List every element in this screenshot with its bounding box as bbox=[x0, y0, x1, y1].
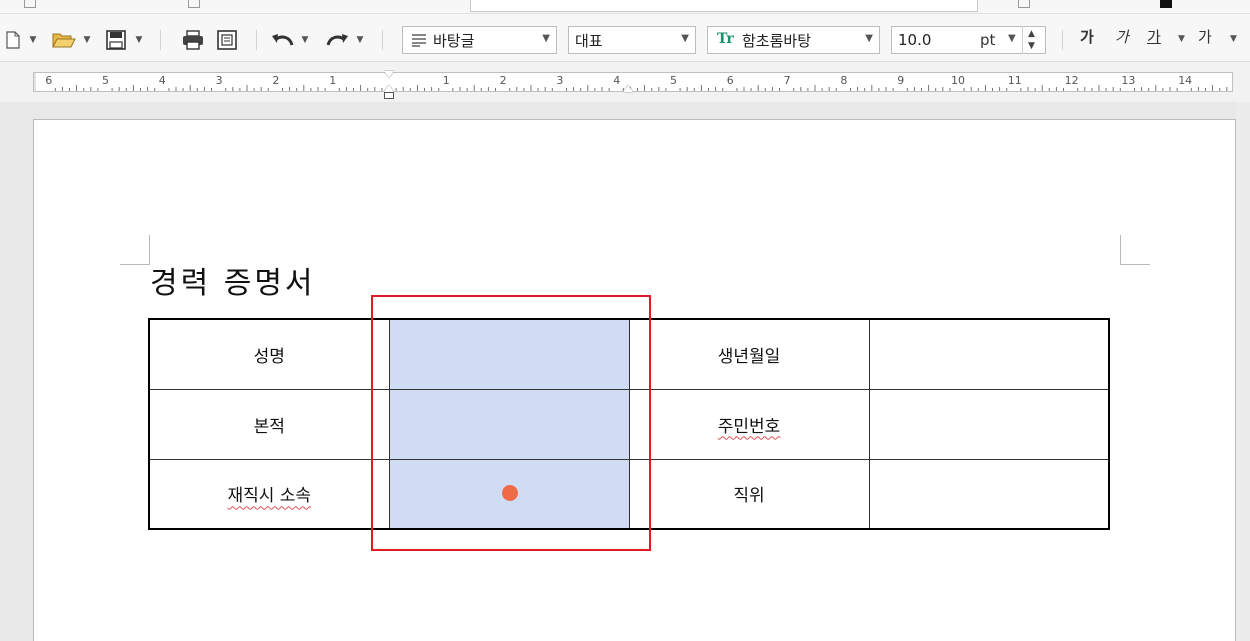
ruler-label: 4 bbox=[158, 74, 166, 87]
ruler-label: 14 bbox=[1178, 74, 1193, 87]
font-size-unit: pt bbox=[980, 31, 996, 49]
ruler-label: 9 bbox=[897, 74, 905, 87]
left-indent-marker[interactable] bbox=[384, 85, 394, 92]
ruler-label: 3 bbox=[556, 74, 564, 87]
ruler-label: 6 bbox=[45, 74, 53, 87]
cell-label: 직위 bbox=[733, 486, 765, 507]
menu-strip bbox=[0, 0, 1250, 14]
label-cell[interactable]: 직위 bbox=[628, 458, 870, 530]
font-size-value: 10.0 bbox=[898, 31, 932, 49]
value-cell[interactable] bbox=[868, 458, 1110, 530]
chevron-down-icon[interactable]: ▼ bbox=[542, 33, 550, 44]
chevron-down-icon[interactable]: ▼ bbox=[82, 28, 92, 52]
save-icon[interactable] bbox=[104, 28, 128, 52]
selected-cell[interactable] bbox=[388, 318, 630, 390]
strikethrough-button[interactable]: 가 bbox=[1198, 26, 1212, 47]
chevron-down-icon[interactable]: ▼ bbox=[681, 33, 689, 44]
ruler-label: 2 bbox=[272, 74, 280, 87]
table-row: 성명 생년월일 bbox=[148, 318, 1110, 390]
chevron-down-icon[interactable]: ▼ bbox=[1008, 33, 1016, 44]
ruler-label: 3 bbox=[215, 74, 223, 87]
table-row: 본적 주민번호 bbox=[148, 388, 1110, 460]
spin-down-icon[interactable]: ▼ bbox=[1028, 40, 1035, 52]
cell-label: 성명 bbox=[253, 346, 285, 367]
color-swatch-icon[interactable] bbox=[1160, 0, 1172, 8]
ruler-label: 2 bbox=[499, 74, 507, 87]
right-indent-marker[interactable] bbox=[622, 85, 633, 92]
document-page[interactable]: 경력 증명서 성명 생년월일 본적 주민번호 재직시 소속 직위 bbox=[33, 119, 1236, 641]
ruler-label: 5 bbox=[670, 74, 677, 87]
redo-icon[interactable] bbox=[322, 28, 352, 52]
chevron-down-icon[interactable]: ▼ bbox=[300, 28, 310, 52]
chevron-down-icon[interactable]: ▼ bbox=[28, 28, 38, 52]
spin-up-icon[interactable]: ▲ bbox=[1028, 28, 1035, 40]
selected-cell[interactable] bbox=[388, 388, 630, 460]
style-select[interactable]: 바탕글 ▼ bbox=[402, 26, 557, 54]
label-cell[interactable]: 성명 bbox=[148, 318, 390, 390]
ruler-label: 13 bbox=[1121, 74, 1136, 87]
ruler-label: 11 bbox=[1007, 74, 1022, 87]
checkbox-icon[interactable] bbox=[24, 0, 36, 8]
chevron-down-icon[interactable]: ▼ bbox=[134, 28, 144, 52]
value-cell[interactable] bbox=[868, 388, 1110, 460]
ruler-label: 1 bbox=[329, 74, 337, 87]
first-line-indent-marker[interactable] bbox=[384, 71, 394, 78]
ruler-label: 8 bbox=[840, 74, 848, 87]
ruler-label: 4 bbox=[613, 74, 621, 87]
ruler-area: 6 5 4 3 2 1 1 2 3 4 5 6 7 8 9 10 11 12 13 14 bbox=[0, 62, 1250, 102]
print-preview-icon[interactable] bbox=[214, 28, 240, 52]
paragraph-style-icon bbox=[412, 34, 426, 47]
label-cell[interactable]: 주민번호 bbox=[628, 388, 870, 460]
ruler-label: 5 bbox=[102, 74, 109, 87]
formatting-toolbar: ▼ ▼ ▼ ▼ ▼ 바탕글 ▼ 대표 ▼ Tr 함초롬바탕 ▼ 10.0 pt … bbox=[0, 14, 1250, 62]
ruler-label: 12 bbox=[1064, 74, 1079, 87]
underline-button[interactable]: 가 bbox=[1147, 26, 1161, 47]
chevron-down-icon[interactable]: ▼ bbox=[865, 33, 873, 44]
chevron-down-icon[interactable]: ▼ bbox=[355, 28, 365, 52]
ruler-label: 10 bbox=[951, 74, 965, 87]
career-table[interactable]: 성명 생년월일 본적 주민번호 재직시 소속 직위 bbox=[148, 318, 1110, 530]
font-value: 함초롬바탕 bbox=[742, 31, 812, 50]
vertical-scrollbar[interactable] bbox=[1236, 102, 1250, 641]
language-select[interactable]: 대표 ▼ bbox=[568, 26, 696, 54]
cell-label: 생년월일 bbox=[717, 346, 781, 367]
value-cell[interactable] bbox=[868, 318, 1110, 390]
cell-label: 본적 bbox=[253, 416, 285, 437]
ruler-label: 1 bbox=[442, 74, 450, 87]
open-folder-icon[interactable] bbox=[50, 28, 78, 52]
ruler-label: 6 bbox=[726, 74, 734, 87]
click-marker-icon bbox=[502, 485, 518, 501]
margin-corner-mark bbox=[1120, 235, 1150, 265]
table-row: 재직시 소속 직위 bbox=[148, 458, 1110, 530]
style-value: 바탕글 bbox=[433, 31, 475, 50]
window-icon[interactable] bbox=[1018, 0, 1030, 8]
ruler-ticks bbox=[54, 85, 1228, 91]
cell-label: 주민번호 bbox=[717, 416, 781, 437]
indent-box-marker[interactable] bbox=[384, 92, 394, 99]
document-area: 경력 증명서 성명 생년월일 본적 주민번호 재직시 소속 직위 bbox=[0, 102, 1250, 641]
margin-corner-mark bbox=[120, 235, 150, 265]
truetype-font-icon: Tr bbox=[717, 31, 734, 47]
cell-label: 재직시 소속 bbox=[227, 486, 312, 507]
chevron-down-icon[interactable]: ▼ bbox=[1178, 34, 1185, 44]
print-icon[interactable] bbox=[180, 28, 206, 52]
chevron-down-icon[interactable]: ▼ bbox=[1230, 34, 1237, 44]
new-document-icon[interactable] bbox=[2, 28, 24, 52]
ruler-label: 7 bbox=[783, 74, 791, 87]
italic-button[interactable]: 가 bbox=[1115, 26, 1129, 47]
document-title[interactable]: 경력 증명서 bbox=[150, 258, 316, 302]
label-cell[interactable]: 재직시 소속 bbox=[148, 458, 390, 530]
search-input[interactable] bbox=[470, 0, 978, 12]
label-cell[interactable]: 생년월일 bbox=[628, 318, 870, 390]
horizontal-ruler[interactable]: 6 5 4 3 2 1 1 2 3 4 5 6 7 8 9 10 11 12 13 14 bbox=[33, 71, 1233, 99]
bold-button[interactable]: 가 bbox=[1080, 26, 1094, 47]
font-select[interactable]: Tr 함초롬바탕 ▼ bbox=[707, 26, 880, 54]
checkbox-icon[interactable] bbox=[188, 0, 200, 8]
label-cell[interactable]: 본적 bbox=[148, 388, 390, 460]
undo-icon[interactable] bbox=[268, 28, 298, 52]
language-value: 대표 bbox=[575, 31, 603, 50]
font-size-select[interactable]: 10.0 pt ▼ ▲ ▼ bbox=[891, 26, 1046, 54]
